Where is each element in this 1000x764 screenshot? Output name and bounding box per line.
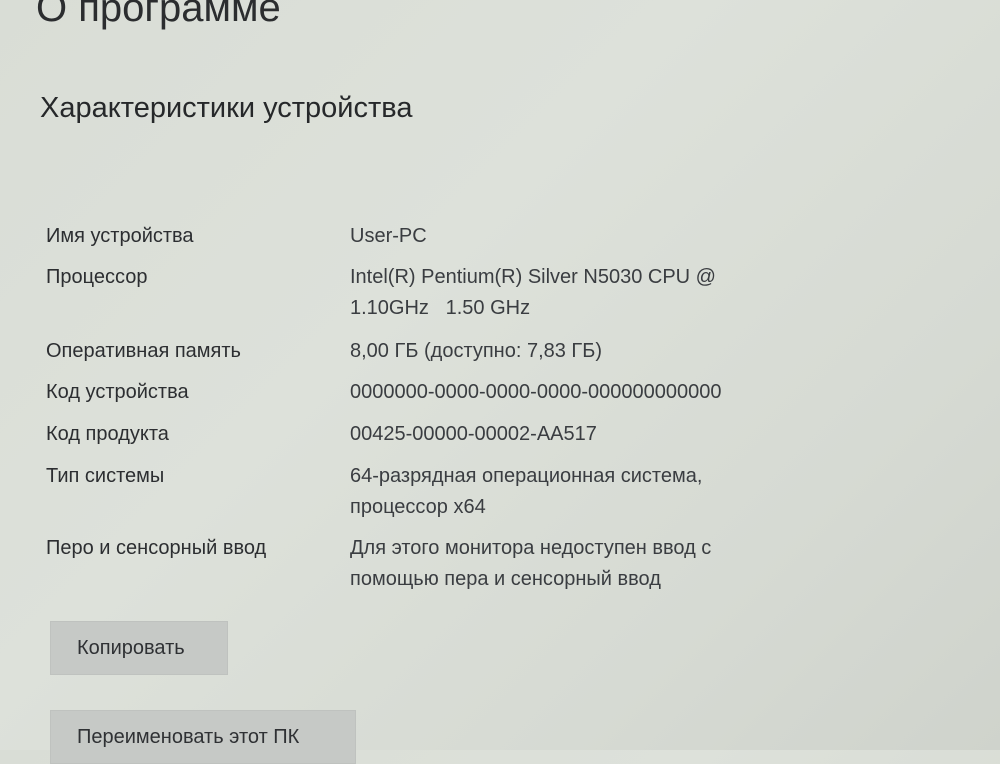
spec-label: Код устройства xyxy=(46,381,189,403)
spec-label: Код продукта xyxy=(46,423,169,445)
spec-label: Имя устройства xyxy=(46,225,194,247)
spec-label: Тип системы xyxy=(46,465,165,487)
spec-label: Процессор xyxy=(46,266,148,288)
rename-pc-button-label: Переименовать этот ПК xyxy=(77,725,300,748)
spec-value: 0000000-0000-0000-0000-000000000000 xyxy=(350,381,722,403)
spec-label: Оперативная память xyxy=(46,340,241,362)
copy-button-label: Копировать xyxy=(77,636,185,659)
section-title: Характеристики устройства xyxy=(40,92,413,124)
rename-pc-button[interactable]: Переименовать этот ПК xyxy=(50,710,356,764)
spec-value: 8,00 ГБ (доступно: 7,83 ГБ) xyxy=(350,340,603,362)
spec-value: Intel(R) Pentium(R) Silver N5030 CPU @ 1… xyxy=(350,266,716,319)
spec-label: Перо и сенсорный ввод xyxy=(46,537,267,559)
spec-value: 00425-00000-00002-AA517 xyxy=(350,423,597,445)
spec-value: User-PC xyxy=(350,225,427,247)
copy-button[interactable]: Копировать xyxy=(50,621,228,675)
spec-value: Для этого монитора недоступен ввод с пом… xyxy=(350,537,712,590)
spec-value: 64-разрядная операционная система, проце… xyxy=(350,465,703,518)
page-title: О программе xyxy=(36,0,281,30)
